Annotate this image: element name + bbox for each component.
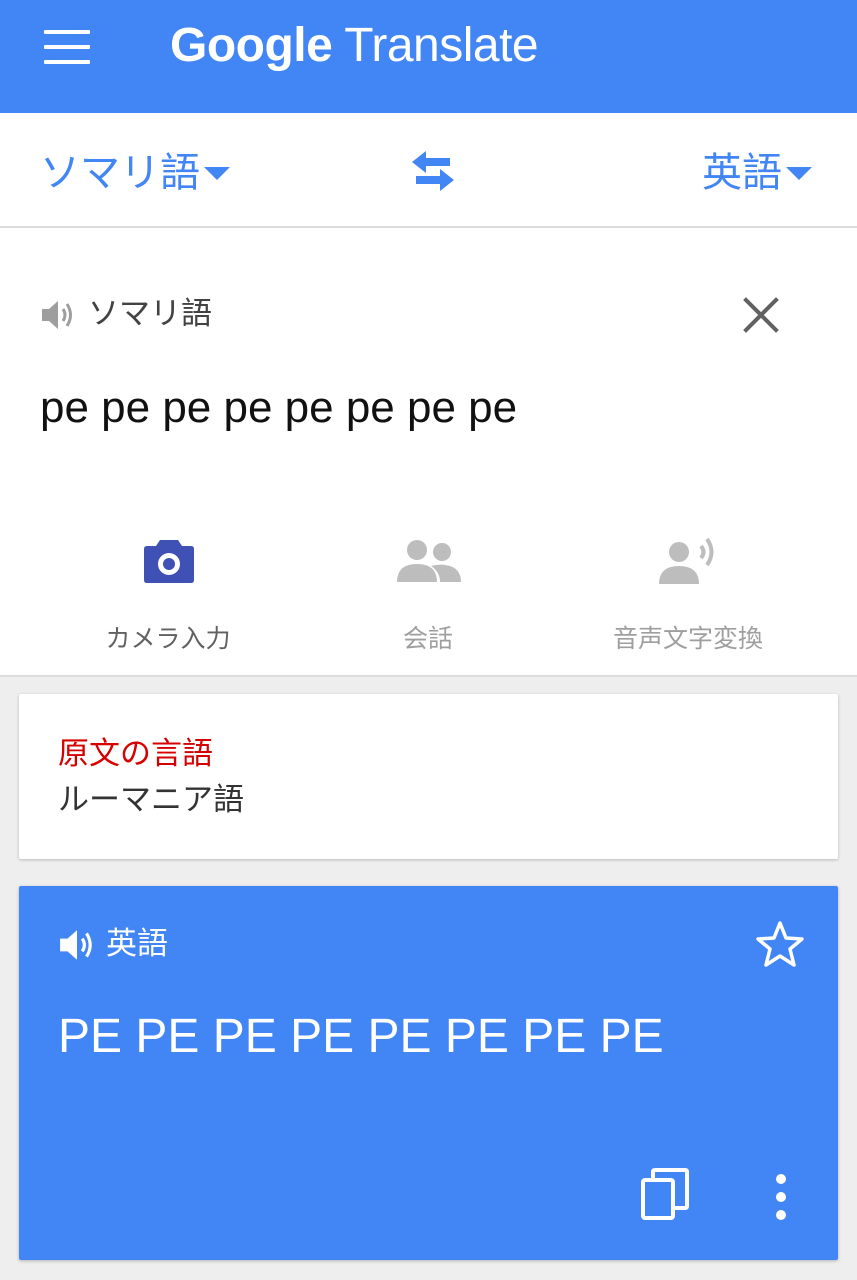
camera-input-button[interactable]: カメラ入力 (43, 528, 293, 653)
source-language-tag: ソマリ語 (88, 296, 212, 332)
swap-languages-button[interactable] (408, 149, 458, 193)
input-card: ソマリ語 pe pe pe pe pe pe pe pe カメラ入力 会話 音声… (0, 228, 857, 677)
dropdown-caret-icon (786, 166, 812, 180)
app-title-product: Translate (344, 19, 539, 72)
swap-arrows-icon (412, 151, 454, 191)
camera-input-label: カメラ入力 (105, 624, 231, 653)
transcribe-label: 音声文字変換 (612, 624, 763, 653)
source-language-label: ソマリ語 (40, 150, 200, 196)
star-outline-icon[interactable] (755, 920, 805, 970)
speaker-icon[interactable] (40, 298, 76, 332)
language-bar: ソマリ語 英語 (0, 113, 857, 228)
app-title: Google Translate (170, 14, 539, 78)
dropdown-caret-icon (204, 166, 230, 180)
detected-language-title: 原文の言語 (58, 736, 213, 772)
transcribe-button[interactable]: 音声文字変換 (563, 528, 813, 653)
hamburger-menu-icon[interactable] (44, 30, 90, 64)
source-language-selector[interactable]: ソマリ語 (40, 145, 230, 199)
detected-language-card[interactable]: 原文の言語 ルーマニア語 (19, 694, 838, 859)
conversation-button[interactable]: 会話 (303, 528, 553, 653)
app-title-brand: Google (170, 19, 333, 72)
conversation-label: 会話 (402, 624, 453, 653)
transcribe-icon (563, 528, 813, 588)
speaker-icon[interactable] (58, 927, 96, 963)
conversation-icon (303, 528, 553, 588)
source-text[interactable]: pe pe pe pe pe pe pe pe (40, 378, 517, 438)
camera-icon (43, 528, 293, 588)
translated-text[interactable]: PE PE PE PE PE PE PE PE (58, 1006, 664, 1068)
target-language-selector[interactable]: 英語 (702, 145, 812, 199)
target-language-label: 英語 (702, 150, 782, 196)
target-language-tag: 英語 (106, 926, 168, 962)
close-icon[interactable] (742, 296, 780, 334)
copy-icon[interactable] (641, 1168, 691, 1222)
more-vertical-icon[interactable] (769, 1172, 793, 1222)
app-bar: Google Translate (0, 0, 857, 113)
translation-result-card: 英語 PE PE PE PE PE PE PE PE (19, 886, 838, 1260)
detected-language-value[interactable]: ルーマニア語 (58, 780, 244, 820)
